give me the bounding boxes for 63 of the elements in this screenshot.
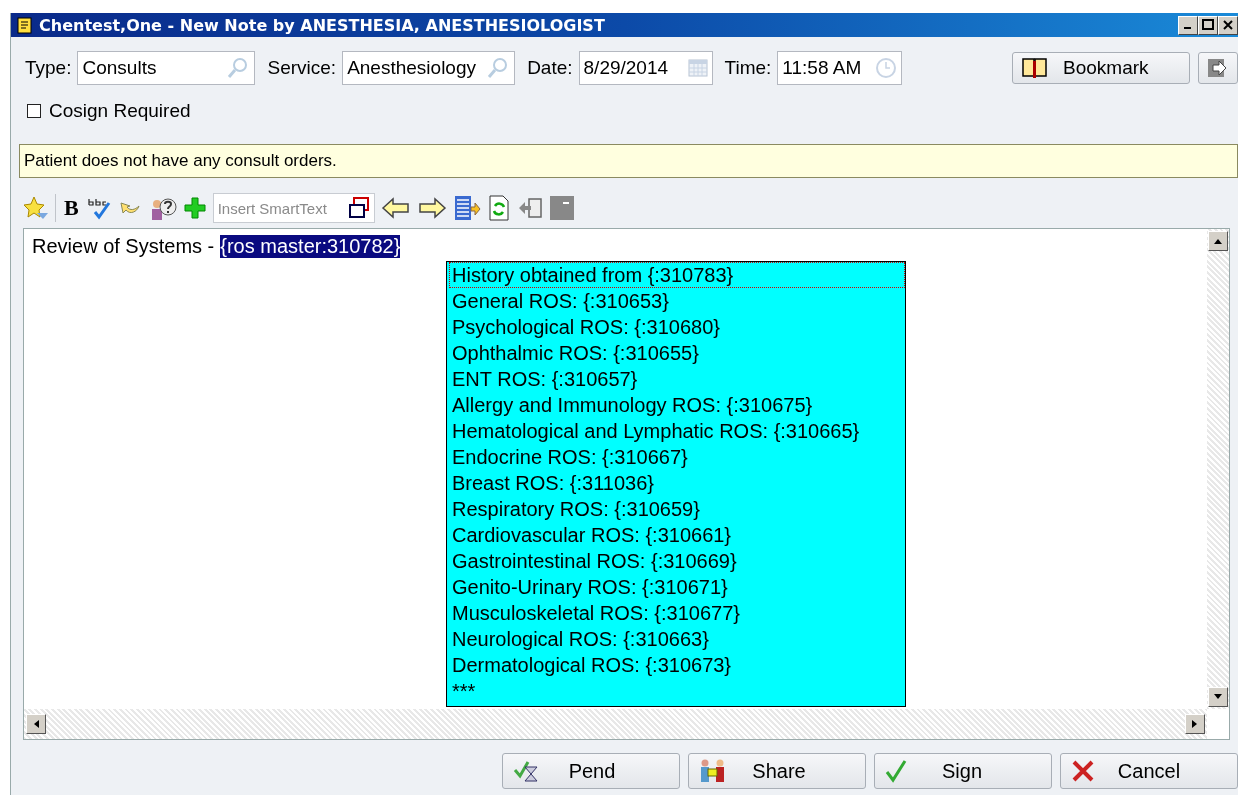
list-item[interactable]: Ophthalmic ROS: {:310655} [449,340,905,366]
checkmark-icon [885,759,907,783]
list-item[interactable]: Endocrine ROS: {:310667} [449,444,905,470]
smarttext-field[interactable]: Insert SmartText [212,193,375,223]
share-button[interactable]: Share [688,753,866,789]
cancel-icon [1071,759,1095,783]
list-arrow-icon[interactable] [452,194,481,222]
plus-icon[interactable] [182,196,207,220]
list-item[interactable]: General ROS: {:310653} [449,288,905,314]
collapse-icon[interactable] [548,195,575,221]
list-item[interactable]: Psychological ROS: {:310680} [449,314,905,340]
left-arrow-icon[interactable] [32,719,40,729]
lookup-field[interactable]: Anesthesiology [342,51,516,85]
list-item[interactable]: Hematological and Lymphatic ROS: {:310665} [449,418,905,444]
book-icon [1021,57,1049,79]
people-icon [699,758,727,784]
list-item[interactable]: Allergy and Immunology ROS: {:310675} [449,392,905,418]
cancel-button[interactable]: Cancel [1060,753,1238,789]
checkbox-label: Cosign Required [49,100,191,122]
scroll-right-button[interactable] [1185,714,1205,734]
list-item[interactable]: Breast ROS: {:311036} [449,470,905,496]
windows-icon [347,197,370,219]
field-label: Time: [724,57,772,79]
pend-button[interactable]: Pend [502,753,680,789]
list-item[interactable]: Genito-Urinary ROS: {:310671} [449,574,905,600]
right-arrow-icon[interactable] [416,196,447,220]
scroll-left-button[interactable] [26,714,46,734]
list-item[interactable]: Cardiovascular ROS: {:310661} [449,522,905,548]
window-title: Chentest,One - New Note by ANESTHESIA, ANESTHESIOLOGIST [39,15,606,35]
lookup-field[interactable]: Consults [77,51,256,85]
editor-text: Review of Systems - [32,235,215,258]
list-item[interactable]: History obtained from {:310783} [449,262,905,288]
up-arrow-icon[interactable] [1213,237,1223,245]
star-icon[interactable] [23,196,49,220]
exit-icon [1207,58,1229,78]
bold-button[interactable]: B [64,195,79,221]
list-item[interactable]: Dermatological ROS: {:310673} [449,652,905,678]
bookmark-button[interactable]: Bookmark [1012,52,1190,84]
list-item[interactable]: *** [449,678,905,704]
list-item[interactable]: Respiratory ROS: {:310659} [449,496,905,522]
selected-text: {ros master:310782} [220,235,401,258]
time-field[interactable]: 11:58 AM [777,51,903,85]
checkbox[interactable] [27,104,41,118]
field-label: Date: [527,57,573,79]
field-label: Type: [25,57,72,79]
minimize-button[interactable] [1178,15,1198,35]
note-editor[interactable] [23,228,1230,740]
list-item[interactable]: ENT ROS: {:310657} [449,366,905,392]
left-arrow-icon[interactable] [380,196,411,220]
right-arrow-icon[interactable] [1191,719,1199,729]
message-text: Patient does not have any consult orders. [24,151,337,171]
list-item[interactable]: Neurological ROS: {:310663} [449,626,905,652]
refresh-document-icon[interactable] [486,194,511,222]
scroll-up-button[interactable] [1208,231,1228,251]
down-arrow-icon[interactable] [1213,693,1223,701]
field-label: Service: [267,57,337,79]
scroll-down-button[interactable] [1208,687,1228,707]
note-icon [17,16,33,34]
sign-button[interactable]: Sign [874,753,1052,789]
list-item[interactable]: Musculoskeletal ROS: {:310677} [449,600,905,626]
list-item[interactable]: Gastrointestinal ROS: {:310669} [449,548,905,574]
date-field[interactable]: 8/29/2014 [578,51,713,85]
exit-button[interactable] [1198,52,1238,84]
